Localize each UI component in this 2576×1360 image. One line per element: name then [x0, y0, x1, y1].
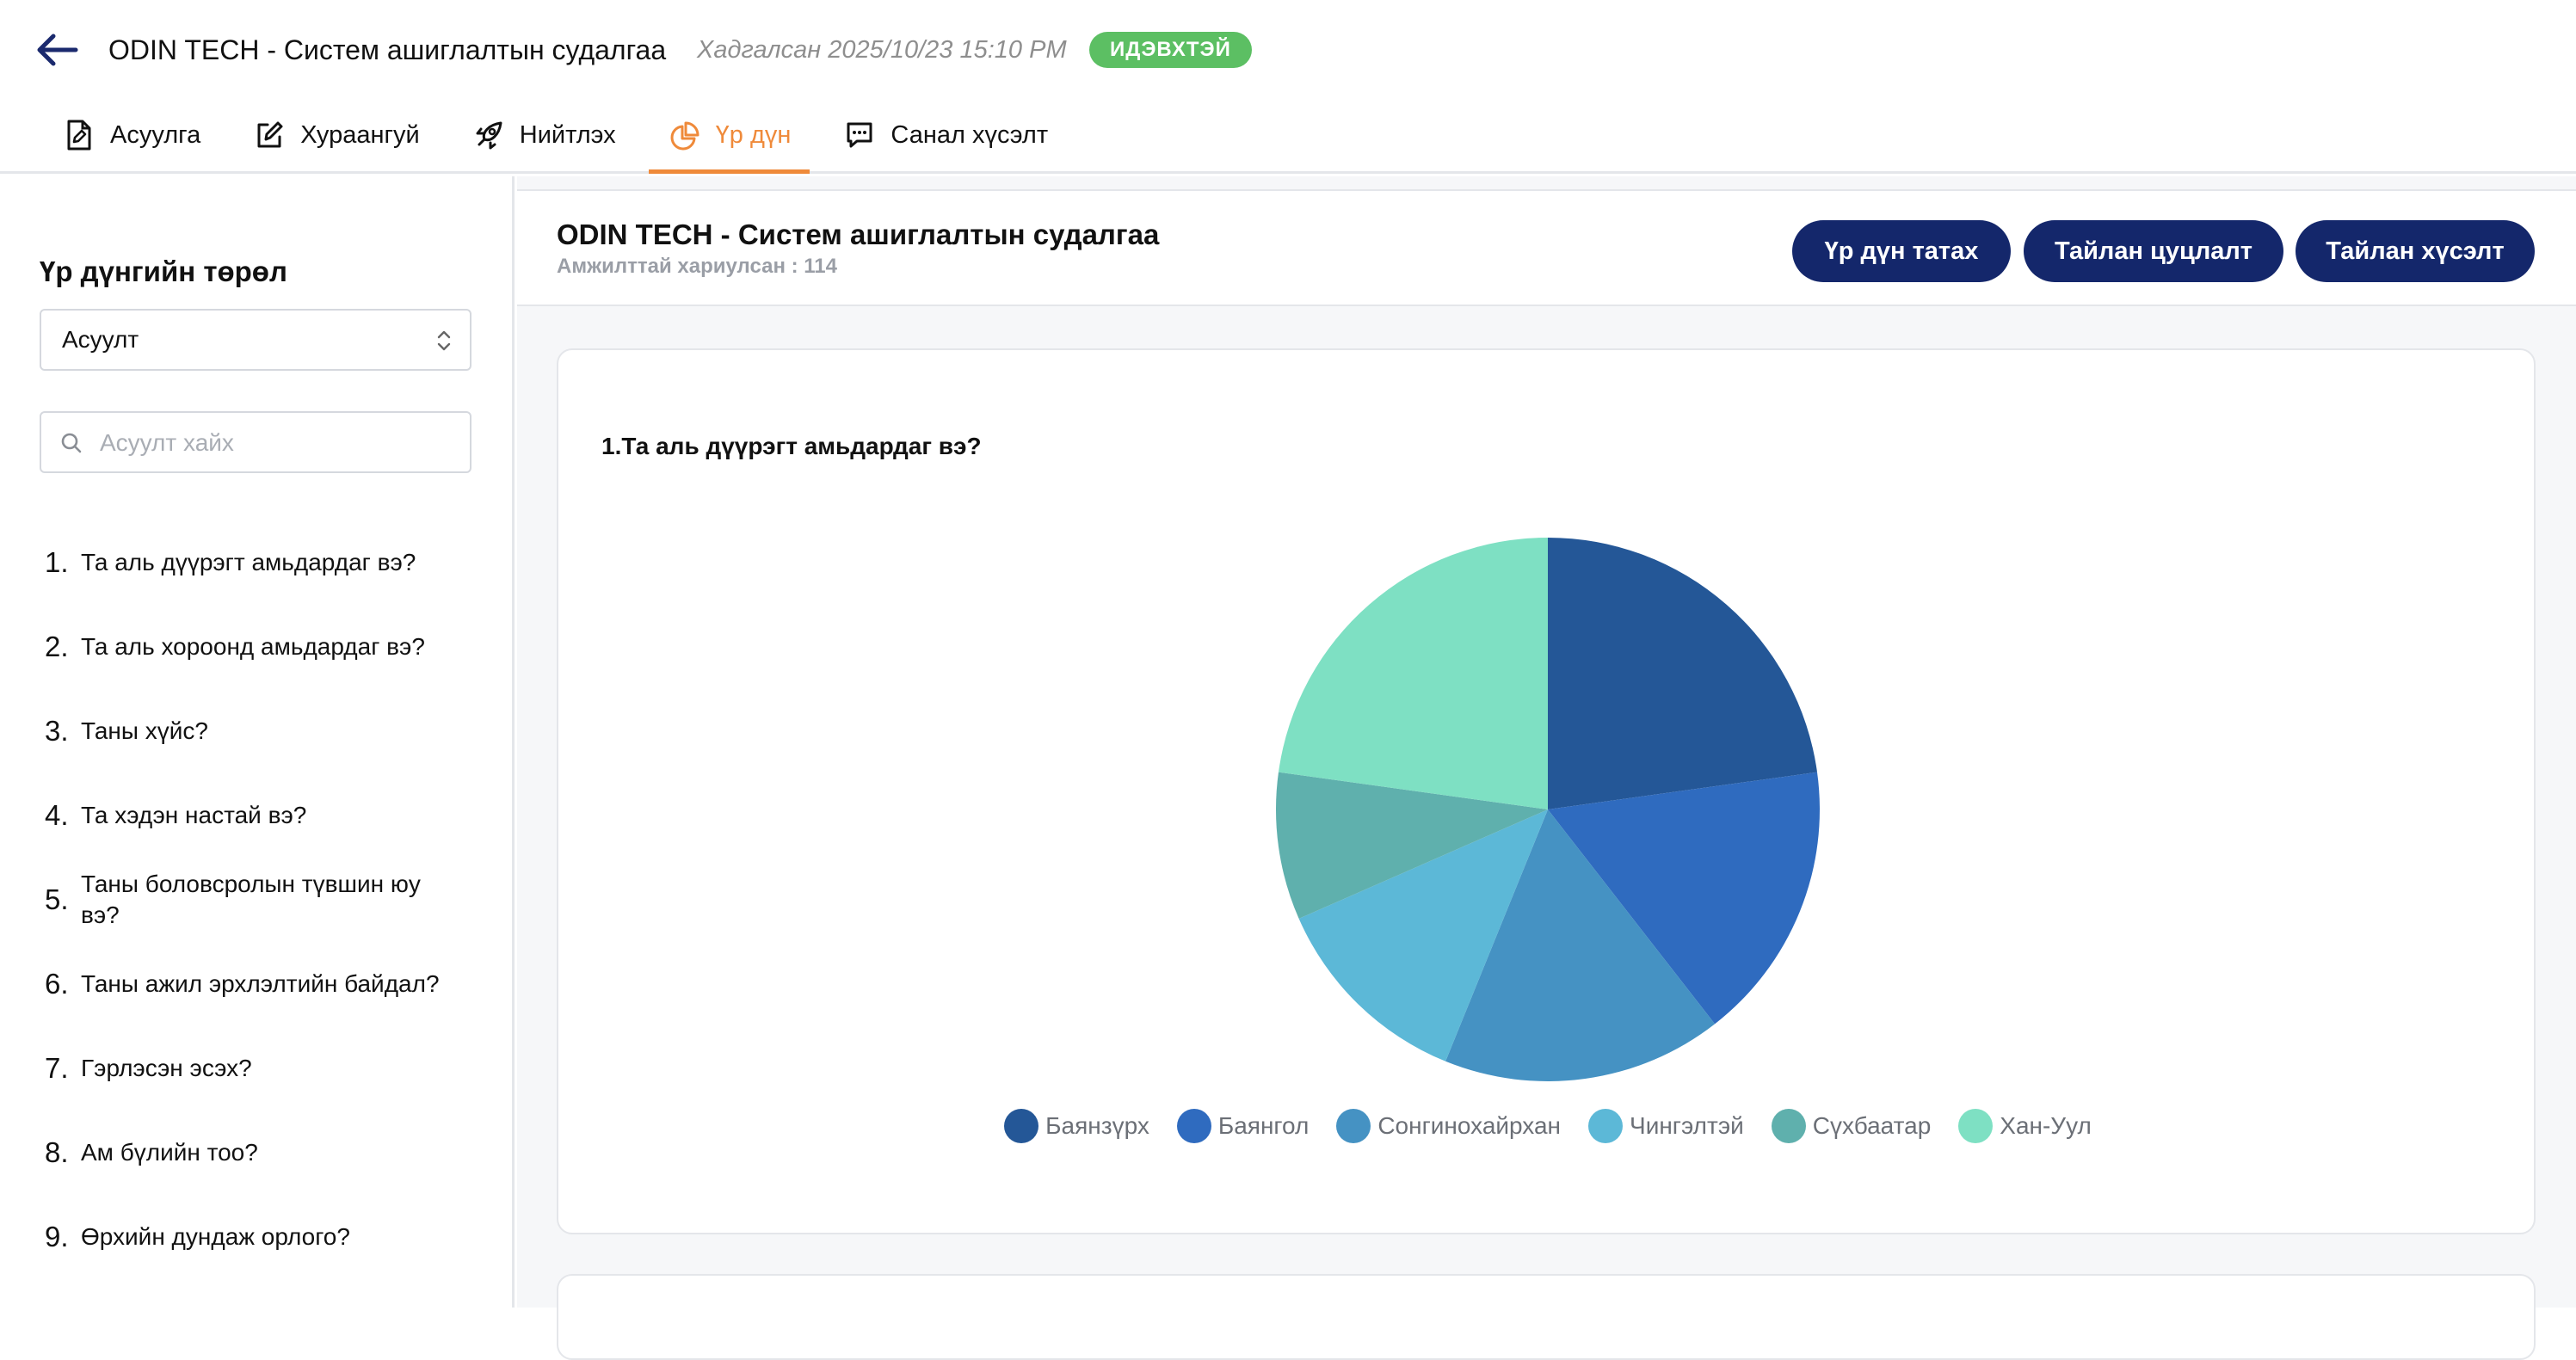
legend-label: Баянзүрх: [1045, 1112, 1149, 1139]
tab-summary[interactable]: Хураангуй: [233, 102, 439, 169]
question-text: Та аль дүүрэгт амьдардаг вэ?: [81, 549, 416, 575]
question-number: 9.: [45, 1221, 69, 1252]
tab-results[interactable]: Үр дүн: [648, 102, 810, 174]
pencil-square-icon: [252, 118, 287, 152]
legend-item-3[interactable]: Сонгинохайрхан: [1336, 1109, 1561, 1143]
question-text: Таны хүйс?: [81, 717, 208, 744]
results-title: ODIN TECH - Систем ашиглалтын судалгаа: [557, 218, 1160, 250]
legend-label: Сүхбаатар: [1812, 1112, 1932, 1139]
pie-slice-6[interactable]: [1278, 538, 1548, 809]
question-number: 4.: [45, 799, 69, 831]
question-text: Гэрлэсэн эсэх?: [81, 1055, 252, 1081]
legend-swatch: [1004, 1109, 1039, 1143]
top-bar: ODIN TECH - Систем ашиглалтын судалгаа Х…: [0, 0, 2576, 174]
question-item-5[interactable]: 5. Таны боловсролын түвшин юу вэ?: [45, 858, 475, 942]
legend-item-2[interactable]: Баянгол: [1176, 1109, 1310, 1143]
back-arrow-icon[interactable]: [34, 31, 79, 69]
question-item-4[interactable]: 4. Та хэдэн настай вэ?: [45, 773, 475, 858]
chat-icon: [842, 118, 877, 152]
question-item-8[interactable]: 8. Ам бүлийн тоо?: [45, 1111, 475, 1195]
tab-survey[interactable]: Асуулга: [43, 102, 219, 169]
download-results-button[interactable]: Үр дүн татах: [1792, 220, 2011, 282]
tab-bar: Асуулга Хураангуй Нийтлэх Үр дүн Санал х…: [43, 102, 1081, 174]
legend-swatch: [1588, 1109, 1624, 1143]
question-item-9[interactable]: 9. Өрхийн дундаж орлого?: [45, 1195, 475, 1279]
rocket-icon: [471, 118, 506, 152]
legend-label: Чингэлтэй: [1630, 1112, 1744, 1139]
question-result-card: 1.Та аль дүүрэгт амьдардаг вэ? Баянзүрх Б…: [557, 348, 2536, 1234]
question-number: 5.: [45, 883, 69, 915]
question-item-6[interactable]: 6. Таны ажил эрхлэлтийн байдал?: [45, 942, 475, 1026]
question-item-1[interactable]: 1. Та аль дүүрэгт амьдардаг вэ?: [45, 520, 475, 605]
question-list: 1. Та аль дүүрэгт амьдардаг вэ? 2. Та аль …: [45, 520, 475, 1279]
tab-feedback[interactable]: Санал хүсэлт: [823, 102, 1067, 169]
pie-slice-1[interactable]: [1548, 538, 1818, 809]
legend-item-1[interactable]: Баянзүрх: [1004, 1109, 1149, 1143]
chevron-up-down-icon: [437, 330, 451, 351]
question-number: 2.: [45, 631, 69, 662]
status-badge: ИДЭВХТЭЙ: [1089, 32, 1252, 68]
question-search: [40, 411, 471, 473]
result-type-heading: Үр дүнгийн төрөл: [40, 255, 287, 287]
result-type-select[interactable]: Асуулт: [40, 309, 471, 371]
question-number: 1.: [45, 546, 69, 578]
question-text: Таны боловсролын түвшин юу вэ?: [81, 871, 421, 928]
tab-label: Нийтлэх: [519, 120, 616, 149]
chart-legend: Баянзүрх Баянгол Сонгинохайрхан Чингэлтэй Сү…: [558, 1109, 2537, 1143]
legend-swatch: [1336, 1109, 1371, 1143]
question-text: Таны ажил эрхлэлтийн байдал?: [81, 970, 440, 997]
legend-swatch: [1958, 1109, 1994, 1143]
legend-label: Сонгинохайрхан: [1377, 1112, 1562, 1139]
question-text: Та аль хороонд амьдардаг вэ?: [81, 633, 425, 660]
question-number: 8.: [45, 1136, 69, 1168]
question-item-3[interactable]: 3. Таны хүйс?: [45, 689, 475, 773]
question-number: 6.: [45, 968, 69, 1000]
pie-chart: [1276, 538, 1820, 1081]
document-edit-icon: [62, 118, 96, 152]
legend-label: Хан-Уул: [2000, 1112, 2092, 1139]
results-header: ODIN TECH - Систем ашиглалтын судалгаа А…: [517, 189, 2576, 306]
legend-swatch: [1771, 1109, 1806, 1143]
tab-label: Үр дүн: [715, 121, 792, 149]
legend-item-6[interactable]: Хан-Уул: [1958, 1109, 2092, 1143]
saved-timestamp: Хадгалсан 2025/10/23 15:10 PM: [697, 36, 1067, 64]
question-number: 3.: [45, 715, 69, 747]
tab-publish[interactable]: Нийтлэх: [453, 102, 635, 169]
search-icon: [61, 433, 82, 453]
question-item-2[interactable]: 2. Та аль хороонд амьдардаг вэ?: [45, 605, 475, 689]
report-request-button[interactable]: Тайлан хүсэлт: [2296, 220, 2535, 282]
legend-label: Баянгол: [1217, 1112, 1310, 1139]
search-input[interactable]: [100, 422, 461, 465]
answered-count: Амжилттай хариулсан : 114: [557, 255, 837, 278]
sidebar: Үр дүнгийн төрөл Асуулт 1. Та аль дүүрэгт…: [0, 176, 515, 1308]
legend-item-4[interactable]: Чингэлтэй: [1588, 1109, 1744, 1143]
question-text: Ам бүлийн тоо?: [81, 1139, 258, 1166]
cancel-report-button[interactable]: Тайлан цуцлалт: [2024, 220, 2283, 282]
legend-swatch: [1176, 1109, 1211, 1143]
question-text: Та хэдэн настай вэ?: [81, 802, 307, 828]
next-question-card: [557, 1274, 2536, 1360]
tab-label: Санал хүсэлт: [891, 120, 1049, 149]
select-value: Асуулт: [62, 326, 139, 353]
legend-item-5[interactable]: Сүхбаатар: [1771, 1109, 1932, 1143]
question-number: 7.: [45, 1052, 69, 1084]
survey-title: ODIN TECH - Систем ашиглалтын судалгаа: [108, 34, 667, 65]
pie-chart-icon: [668, 119, 702, 153]
tab-label: Хураангуй: [300, 120, 420, 149]
question-text: Өрхийн дундаж орлого?: [81, 1223, 350, 1250]
question-item-7[interactable]: 7. Гэрлэсэн эсэх?: [45, 1026, 475, 1111]
main-content: ODIN TECH - Систем ашиглалтын судалгаа А…: [517, 176, 2576, 1360]
tab-label: Асуулга: [110, 120, 201, 149]
